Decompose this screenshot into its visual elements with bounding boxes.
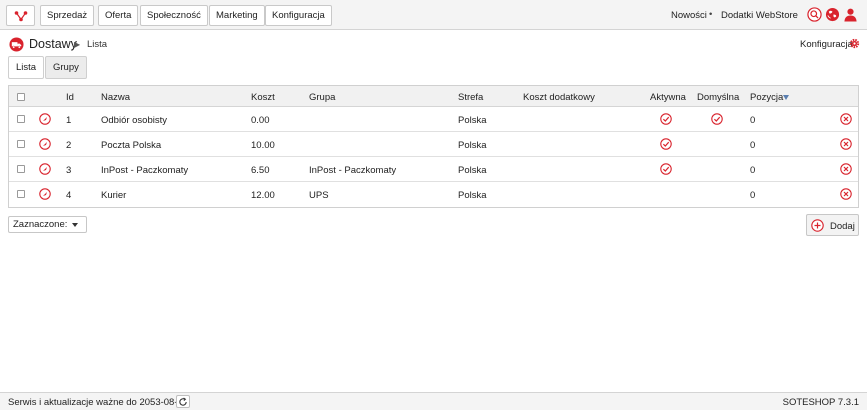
user-icon[interactable] — [843, 7, 858, 22]
nav-marketing[interactable]: Marketing — [209, 5, 265, 26]
cell-koszt: 6.50 — [251, 165, 270, 176]
bulk-action-value: Zaznaczone: — [13, 219, 68, 230]
delete-icon[interactable] — [840, 138, 852, 150]
active-check-icon[interactable] — [660, 163, 672, 175]
edit-icon[interactable] — [39, 113, 51, 125]
tab-lista[interactable]: Lista — [8, 56, 45, 79]
version-label: SOTESHOP 7.3.1 — [782, 397, 859, 408]
refresh-button[interactable] — [176, 395, 190, 408]
nav-konfiguracja[interactable]: Konfiguracja — [265, 5, 332, 26]
col-koszt-dodatkowy[interactable]: Koszt dodatkowy — [523, 92, 595, 103]
active-check-icon[interactable] — [660, 113, 672, 125]
cell-strefa: Polska — [458, 165, 487, 176]
add-button[interactable]: Dodaj — [806, 214, 859, 236]
bulk-action-select[interactable]: Zaznaczone: — [8, 216, 87, 233]
delete-icon[interactable] — [840, 163, 852, 175]
table-row: 1 Odbiór osobisty 0.00 Polska 0 — [9, 107, 858, 132]
row-checkbox[interactable] — [17, 140, 25, 148]
edit-icon[interactable] — [39, 138, 51, 150]
cell-koszt: 10.00 — [251, 140, 275, 151]
cell-koszt: 0.00 — [251, 115, 270, 126]
nav-spolecznosc[interactable]: Społeczność — [140, 5, 208, 26]
cell-pozycja: 0 — [750, 115, 756, 126]
col-id[interactable]: Id — [66, 92, 74, 103]
search-icon[interactable] — [807, 7, 822, 22]
logo-button[interactable] — [6, 5, 35, 26]
cell-pozycja: 0 — [750, 140, 756, 151]
cell-grupa: UPS — [309, 190, 329, 201]
edit-icon[interactable] — [39, 188, 51, 200]
col-pozycja[interactable]: Pozycja — [750, 92, 783, 103]
cell-nazwa[interactable]: Poczta Polska — [101, 140, 161, 151]
cell-strefa: Polska — [458, 140, 487, 151]
col-domyslna[interactable]: Domyślna — [697, 92, 739, 103]
cell-id: 1 — [66, 115, 72, 126]
cell-id: 4 — [66, 190, 72, 201]
service-validity-text: Serwis i aktualizacje ważne do 2053-08-2… — [8, 397, 189, 408]
chevron-down-icon — [72, 223, 78, 227]
col-koszt[interactable]: Koszt — [251, 92, 275, 103]
add-button-label: Dodaj — [830, 221, 855, 232]
default-check-icon[interactable] — [711, 113, 723, 125]
table-header: Id Nazwa Koszt Grupa Strefa Koszt dodatk… — [9, 86, 858, 107]
link-nowosci[interactable]: Nowości — [671, 10, 707, 21]
tab-grupy[interactable]: Grupy — [45, 56, 87, 79]
refresh-icon — [179, 397, 187, 406]
select-all-checkbox[interactable] — [17, 93, 25, 101]
row-checkbox[interactable] — [17, 190, 25, 198]
globe-icon[interactable] — [825, 7, 840, 22]
cell-id: 3 — [66, 165, 72, 176]
cell-pozycja: 0 — [750, 190, 756, 201]
edit-icon[interactable] — [39, 163, 51, 175]
table-row: 2 Poczta Polska 10.00 Polska 0 — [9, 132, 858, 157]
col-grupa[interactable]: Grupa — [309, 92, 335, 103]
logo-icon — [14, 10, 27, 21]
col-nazwa[interactable]: Nazwa — [101, 92, 130, 103]
link-dodatki-webstore[interactable]: Dodatki WebStore — [721, 10, 798, 21]
breadcrumb-arrow-icon: ▶ — [74, 40, 81, 49]
sort-desc-icon[interactable] — [783, 95, 789, 100]
cell-pozycja: 0 — [750, 165, 756, 176]
top-bar: Sprzedaż Oferta Społeczność Marketing Ko… — [0, 0, 867, 30]
cell-nazwa[interactable]: Kurier — [101, 190, 126, 201]
cell-nazwa[interactable]: Odbiór osobisty — [101, 115, 167, 126]
row-checkbox[interactable] — [17, 165, 25, 173]
nav-separator: • — [709, 9, 713, 20]
cell-nazwa[interactable]: InPost - Paczkomaty — [101, 165, 188, 176]
delete-icon[interactable] — [840, 188, 852, 200]
delete-icon[interactable] — [840, 113, 852, 125]
config-link[interactable]: Konfiguracja — [800, 39, 853, 50]
table-row: 4 Kurier 12.00 UPS Polska 0 — [9, 182, 858, 207]
cell-id: 2 — [66, 140, 72, 151]
row-checkbox[interactable] — [17, 115, 25, 123]
footer: Serwis i aktualizacje ważne do 2053-08-2… — [0, 392, 867, 410]
col-aktywna[interactable]: Aktywna — [650, 92, 686, 103]
table-row: 3 InPost - Paczkomaty 6.50 InPost - Pacz… — [9, 157, 858, 182]
col-strefa[interactable]: Strefa — [458, 92, 483, 103]
active-check-icon[interactable] — [660, 138, 672, 150]
page-title[interactable]: Dostawy — [29, 37, 77, 51]
cell-strefa: Polska — [458, 190, 487, 201]
nav-sprzedaz[interactable]: Sprzedaż — [40, 5, 95, 26]
nav-oferta[interactable]: Oferta — [98, 5, 139, 26]
cell-strefa: Polska — [458, 115, 487, 126]
breadcrumb-current: Lista — [87, 39, 108, 50]
cell-grupa: InPost - Paczkomaty — [309, 165, 397, 176]
delivery-section-icon — [9, 37, 24, 52]
deliveries-table: Id Nazwa Koszt Grupa Strefa Koszt dodatk… — [8, 85, 859, 208]
gear-icon[interactable] — [849, 38, 860, 49]
plus-circle-icon — [811, 219, 824, 232]
cell-koszt: 12.00 — [251, 190, 275, 201]
